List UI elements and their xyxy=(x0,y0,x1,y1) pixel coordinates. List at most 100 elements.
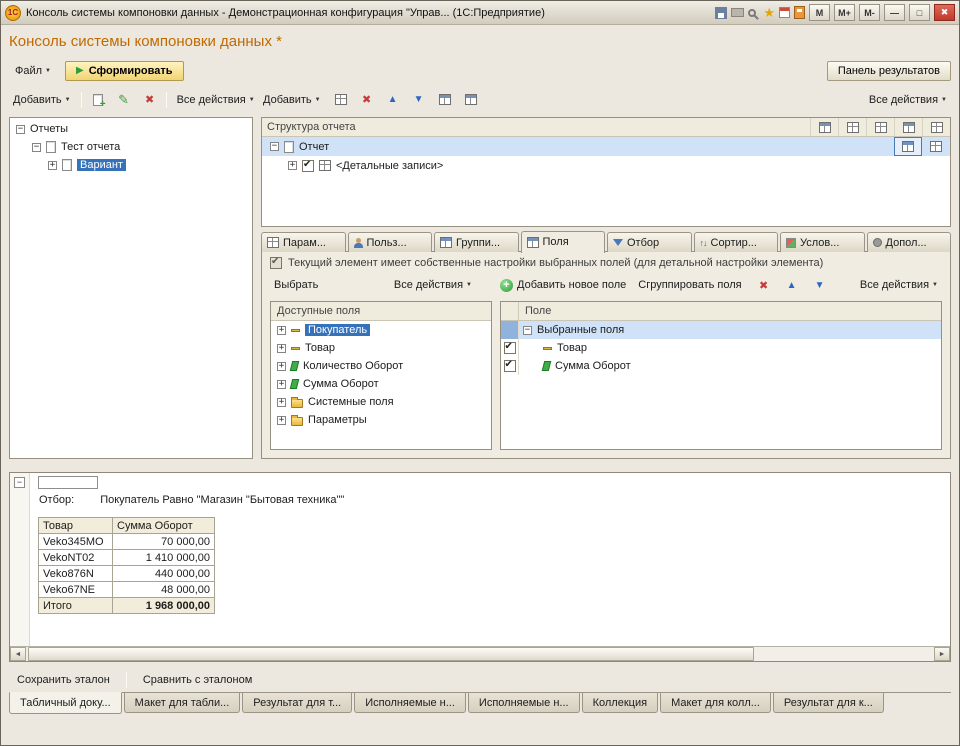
tab-collection-result[interactable]: Результат для к... xyxy=(773,693,884,713)
m-button[interactable]: M xyxy=(809,4,830,21)
collapse-expander-icon[interactable]: − xyxy=(16,125,25,134)
file-menu[interactable]: Файл▼ xyxy=(9,62,57,80)
print-icon[interactable] xyxy=(731,8,744,17)
scrollbar-thumb[interactable] xyxy=(28,647,754,661)
save-etalon-button[interactable]: Сохранить эталон xyxy=(9,671,118,689)
reports-add-button[interactable]: Добавить▼ xyxy=(9,92,75,108)
structure-all-actions-button[interactable]: Все действия▼ xyxy=(865,92,951,108)
favorites-star-icon[interactable]: ★ xyxy=(763,6,775,19)
tab-executable-1[interactable]: Исполняемые н... xyxy=(354,693,466,713)
collapse-group-button[interactable]: − xyxy=(14,477,25,488)
tab-table-layout[interactable]: Макет для табли... xyxy=(124,693,241,713)
tab-tabular-document[interactable]: Табличный доку... xyxy=(9,692,122,714)
results-panel-button[interactable]: Панель результатов xyxy=(827,61,951,81)
own-settings-checkbox[interactable] xyxy=(270,257,282,269)
tab-grouping[interactable]: Группи... xyxy=(434,232,519,252)
settings-column-icon[interactable] xyxy=(922,118,950,136)
available-all-actions-button[interactable]: Все действия▼ xyxy=(390,277,476,293)
scroll-right-button[interactable]: ► xyxy=(934,647,950,661)
group-fields-button[interactable]: Сгруппировать поля xyxy=(634,277,745,293)
edit-button[interactable]: ✎ xyxy=(114,90,134,109)
selected-field-row[interactable]: Сумма Оборот xyxy=(501,357,941,375)
maximize-button[interactable]: □ xyxy=(909,4,930,21)
expand-expander-icon[interactable]: + xyxy=(48,161,57,170)
structure-add-button[interactable]: Добавить▼ xyxy=(259,92,325,108)
calculator-icon[interactable] xyxy=(794,6,805,19)
row-filter-cell[interactable] xyxy=(922,137,950,156)
horizontal-scrollbar[interactable]: ◄ ► xyxy=(10,646,950,661)
tab-collection-layout[interactable]: Макет для колл... xyxy=(660,693,771,713)
available-field-row[interactable]: + Сумма Оборот xyxy=(271,375,491,393)
row-fields-cell[interactable] xyxy=(894,137,922,156)
structure-row-report[interactable]: − Отчет xyxy=(262,137,950,156)
available-field-row[interactable]: + Системные поля xyxy=(271,393,491,411)
move-up-button[interactable]: ▲ xyxy=(383,90,403,109)
tree-item-test-report[interactable]: − Тест отчета xyxy=(10,138,252,156)
field-checkbox[interactable] xyxy=(504,342,516,354)
move-down-button[interactable]: ▼ xyxy=(409,90,429,109)
calendar-icon[interactable] xyxy=(779,7,790,18)
scroll-left-button[interactable]: ◄ xyxy=(10,647,26,661)
result-table[interactable]: Товар Сумма Оборот Veko345MO 70 000,00 V… xyxy=(38,517,215,614)
select-field-button[interactable]: Выбрать xyxy=(270,277,322,293)
fields-column-icon[interactable] xyxy=(810,118,838,136)
add-new-field-button[interactable]: +Добавить новое поле xyxy=(500,279,626,292)
add-report-button[interactable] xyxy=(88,90,108,109)
available-field-row[interactable]: + Товар xyxy=(271,339,491,357)
tab-additional[interactable]: Допол... xyxy=(867,232,952,252)
tree-item-reports[interactable]: − Отчеты xyxy=(10,120,252,138)
detail-records-checkbox[interactable] xyxy=(302,160,314,172)
field-move-down-button[interactable]: ▼ xyxy=(810,276,830,295)
minimize-button[interactable]: — xyxy=(884,4,905,21)
expand-expander-icon[interactable]: + xyxy=(277,362,286,371)
expand-expander-icon[interactable]: + xyxy=(277,398,286,407)
reports-all-actions-button[interactable]: Все действия▼ xyxy=(173,92,259,108)
m-minus-button[interactable]: M- xyxy=(859,4,880,21)
m-plus-button[interactable]: M+ xyxy=(834,4,855,21)
current-cell-box[interactable] xyxy=(38,476,98,489)
selected-all-actions-button[interactable]: Все действия▼ xyxy=(856,277,942,293)
tab-table-result[interactable]: Результат для т... xyxy=(242,693,352,713)
tab-collection[interactable]: Коллекция xyxy=(582,693,658,713)
tab-conditional-appearance[interactable]: Услов... xyxy=(780,232,865,252)
available-field-row[interactable]: + Параметры xyxy=(271,411,491,429)
expand-expander-icon[interactable]: + xyxy=(277,416,286,425)
compare-etalon-button[interactable]: Сравнить с эталоном xyxy=(135,671,260,689)
save-icon[interactable] xyxy=(715,7,727,19)
delete-button[interactable]: ✖ xyxy=(140,90,160,109)
available-field-row[interactable]: + Покупатель xyxy=(271,321,491,339)
tab-executable-2[interactable]: Исполняемые н... xyxy=(468,693,580,713)
expand-expander-icon[interactable]: + xyxy=(277,380,286,389)
tab-user-settings[interactable]: Польз... xyxy=(348,232,433,252)
field-checkbox[interactable] xyxy=(504,360,516,372)
ungroup-button[interactable] xyxy=(461,90,481,109)
expand-expander-icon[interactable]: + xyxy=(277,344,286,353)
expand-expander-icon[interactable]: + xyxy=(288,161,297,170)
collapse-expander-icon[interactable]: − xyxy=(523,326,532,335)
available-field-row[interactable]: + Количество Оборот xyxy=(271,357,491,375)
search-icon[interactable] xyxy=(748,9,756,17)
tab-fields[interactable]: Поля xyxy=(521,231,606,253)
filter-column-icon[interactable] xyxy=(838,118,866,136)
remove-field-button[interactable]: ✖ xyxy=(754,276,774,295)
spreadsheet-document[interactable]: − Отбор: Покупатель Равно "Магазин "Быто… xyxy=(10,473,950,646)
structure-delete-button[interactable]: ✖ xyxy=(357,90,377,109)
scrollbar-track[interactable] xyxy=(26,647,934,661)
appearance-column-icon[interactable] xyxy=(894,118,922,136)
tab-parameters[interactable]: Парам... xyxy=(261,232,346,252)
group-button[interactable] xyxy=(435,90,455,109)
tab-sort[interactable]: ↑↓Сортир... xyxy=(694,232,779,252)
selected-fields-root-row[interactable]: − Выбранные поля xyxy=(501,321,941,339)
close-button[interactable]: ✖ xyxy=(934,4,955,21)
reorder-button[interactable] xyxy=(331,90,351,109)
expand-expander-icon[interactable]: + xyxy=(277,326,286,335)
selected-field-row[interactable]: Товар xyxy=(501,339,941,357)
sort-column-icon[interactable] xyxy=(866,118,894,136)
tab-filter[interactable]: Отбор xyxy=(607,232,692,252)
collapse-expander-icon[interactable]: − xyxy=(270,142,279,151)
tree-item-variant[interactable]: + Вариант xyxy=(10,156,252,174)
generate-button[interactable]: ▶Сформировать xyxy=(65,61,184,81)
field-move-up-button[interactable]: ▲ xyxy=(782,276,802,295)
collapse-expander-icon[interactable]: − xyxy=(32,143,41,152)
structure-row-detail-records[interactable]: + <Детальные записи> xyxy=(262,156,950,175)
